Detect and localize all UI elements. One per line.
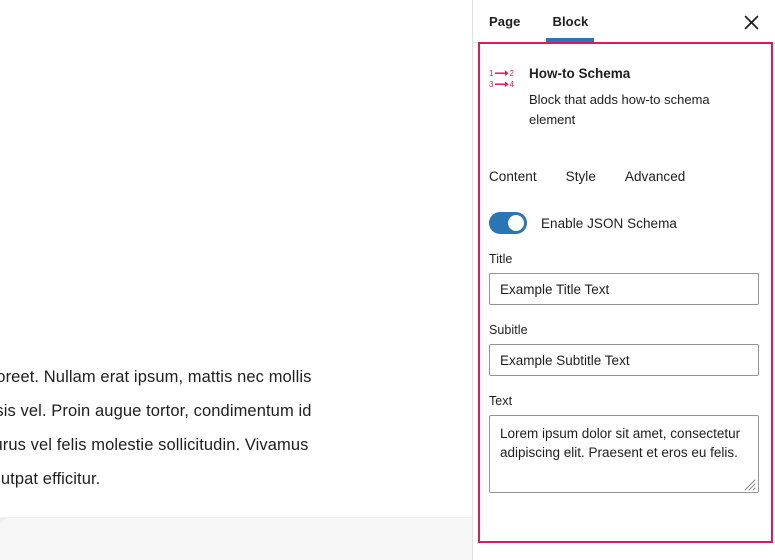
title-field-group: Title xyxy=(489,252,759,305)
enable-json-schema-label: Enable JSON Schema xyxy=(541,215,677,231)
how-to-schema-icon: 1 2 3 4 xyxy=(489,67,517,93)
text-field-group: Text Lorem ipsum dolor sit amet, consect… xyxy=(489,394,759,493)
tab-content[interactable]: Content xyxy=(489,165,537,188)
block-settings-tabs: Content Style Advanced xyxy=(473,165,775,188)
title-field-label: Title xyxy=(489,252,513,266)
block-description: Block that adds how-to schema element xyxy=(529,92,710,127)
tab-advanced[interactable]: Advanced xyxy=(625,165,685,188)
block-info-text: How-to Schema Block that adds how-to sch… xyxy=(529,65,759,130)
app-root: pulvinar laoreet. Nullam erat ipsum, mat… xyxy=(0,0,775,560)
svg-text:3: 3 xyxy=(489,80,494,89)
svg-text:2: 2 xyxy=(510,69,515,78)
settings-sidebar: Page Block 1 2 3 4 How-to Schema Block t… xyxy=(472,0,775,560)
text-field-label: Text xyxy=(489,394,513,408)
tab-style[interactable]: Style xyxy=(566,165,596,188)
editor-canvas: pulvinar laoreet. Nullam erat ipsum, mat… xyxy=(0,0,472,560)
svg-text:4: 4 xyxy=(510,80,515,89)
tab-page[interactable]: Page xyxy=(473,0,536,42)
tab-block[interactable]: Block xyxy=(536,0,604,42)
title-input[interactable] xyxy=(489,273,759,305)
toggle-knob xyxy=(508,215,524,231)
text-textarea[interactable]: Lorem ipsum dolor sit amet, consectetur … xyxy=(489,415,759,493)
block-info-card: 1 2 3 4 How-to Schema Block that adds ho… xyxy=(473,43,775,130)
enable-json-schema-row: Enable JSON Schema xyxy=(489,212,759,234)
text-textarea-wrap: Lorem ipsum dolor sit amet, consectetur … xyxy=(489,415,759,493)
block-settings-body: Enable JSON Schema Title Subitle Text Lo… xyxy=(473,212,775,493)
document-paragraph[interactable]: pulvinar laoreet. Nullam erat ipsum, mat… xyxy=(0,360,460,496)
subtitle-input[interactable] xyxy=(489,344,759,376)
sidebar-tab-header: Page Block xyxy=(473,0,775,43)
block-title: How-to Schema xyxy=(529,66,631,81)
subtitle-field-label: Subitle xyxy=(489,323,528,337)
enable-json-schema-toggle[interactable] xyxy=(489,212,527,234)
close-sidebar-button[interactable] xyxy=(735,6,767,38)
close-icon xyxy=(744,15,759,30)
document-next-block-placeholder[interactable] xyxy=(0,517,472,560)
svg-text:1: 1 xyxy=(489,69,494,78)
subtitle-field-group: Subitle xyxy=(489,323,759,376)
